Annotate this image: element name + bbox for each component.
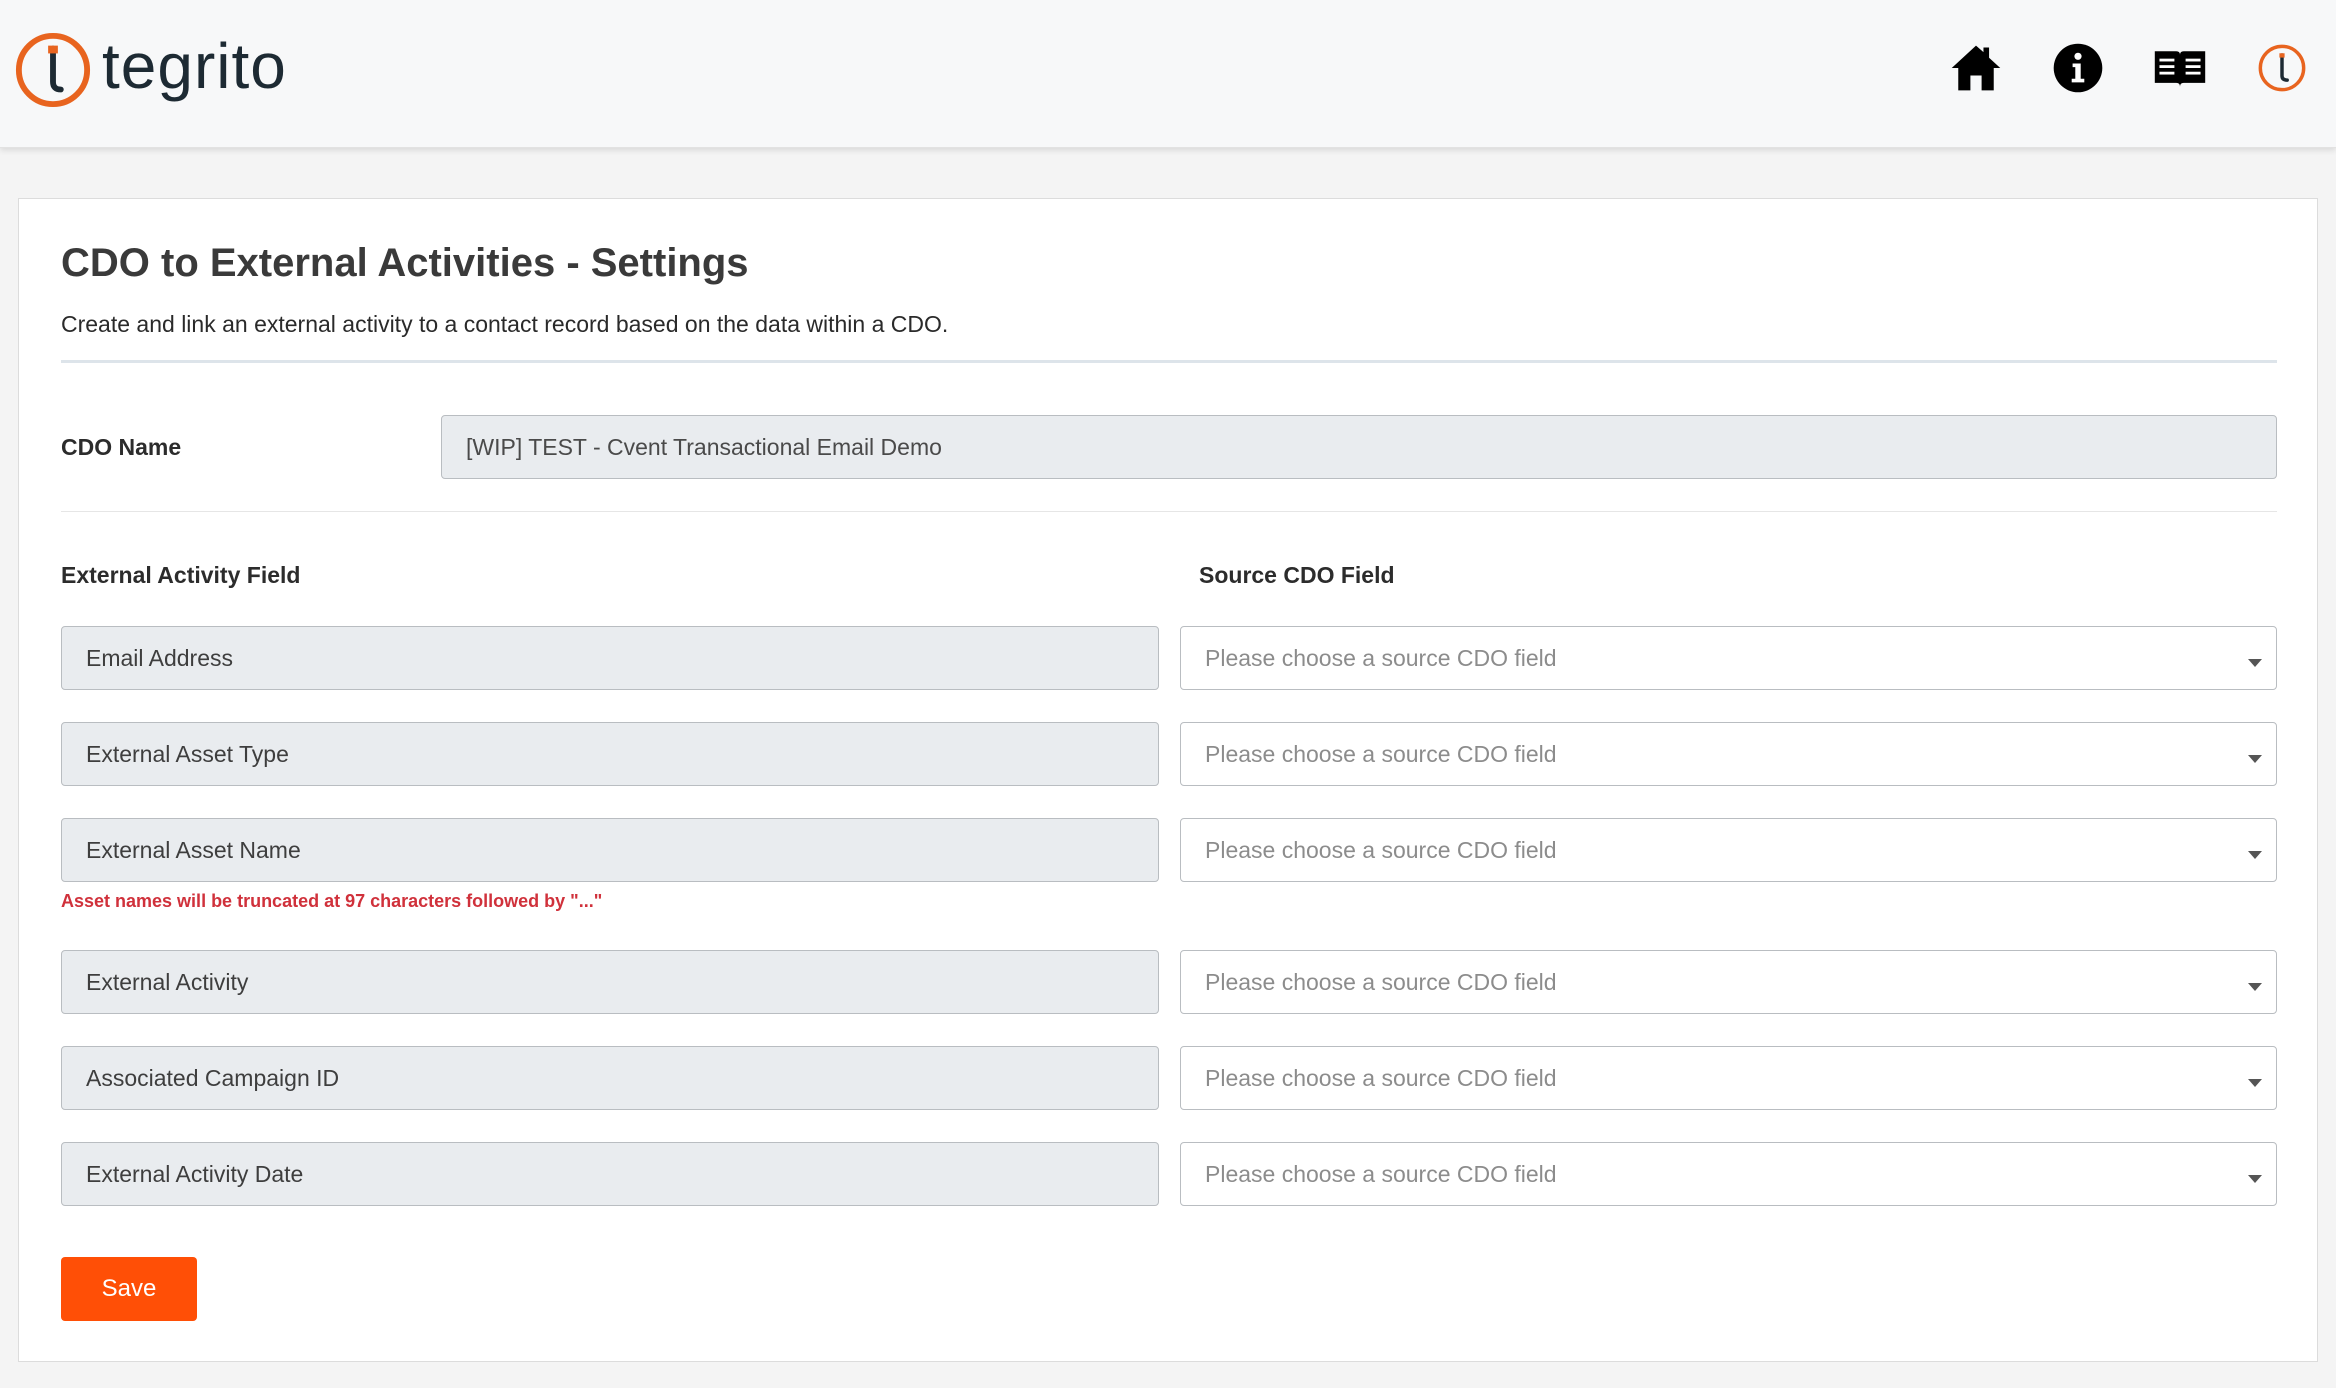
tegrito-logo[interactable]: tegrito [14, 30, 287, 110]
activity-field-external-asset-type: External Asset Type [61, 722, 1159, 786]
source-cdo-field-header: Source CDO Field [1199, 562, 1395, 588]
source-select-external-activity-date[interactable]: Please choose a source CDO field [1180, 1142, 2277, 1206]
activity-field-external-asset-name: External Asset Name [61, 818, 1159, 882]
chevron-down-icon [2248, 851, 2262, 859]
asset-name-warning: Asset names will be truncated at 97 char… [61, 891, 603, 911]
cdo-name-field: [WIP] TEST - Cvent Transactional Email D… [441, 415, 2277, 479]
source-select-external-asset-name[interactable]: Please choose a source CDO field [1180, 818, 2277, 882]
logo-text: tegrito [102, 30, 287, 102]
chevron-down-icon [2248, 1079, 2262, 1087]
info-icon[interactable] [2050, 40, 2106, 96]
source-select-placeholder: Please choose a source CDO field [1205, 741, 1557, 767]
external-activity-field-header: External Activity Field [61, 562, 301, 588]
source-select-placeholder: Please choose a source CDO field [1205, 645, 1557, 671]
title-divider [61, 360, 2277, 363]
header-nav [1948, 40, 2310, 96]
activity-field-external-activity-date: External Activity Date [61, 1142, 1159, 1206]
source-select-external-asset-type[interactable]: Please choose a source CDO field [1180, 722, 2277, 786]
source-select-placeholder: Please choose a source CDO field [1205, 1161, 1557, 1187]
chevron-down-icon [2248, 1175, 2262, 1183]
save-button[interactable]: Save [61, 1257, 197, 1321]
chevron-down-icon [2248, 659, 2262, 667]
activity-field-email-address: Email Address [61, 626, 1159, 690]
activity-field-external-activity: External Activity [61, 950, 1159, 1014]
page-title: CDO to External Activities - Settings [61, 241, 749, 285]
tegrito-icon[interactable] [2254, 40, 2310, 96]
section-divider [61, 511, 2277, 512]
home-icon[interactable] [1948, 40, 2004, 96]
top-bar: tegrito [0, 0, 2336, 148]
source-select-placeholder: Please choose a source CDO field [1205, 837, 1557, 863]
source-select-placeholder: Please choose a source CDO field [1205, 969, 1557, 995]
book-icon[interactable] [2152, 40, 2208, 96]
source-select-associated-campaign-id[interactable]: Please choose a source CDO field [1180, 1046, 2277, 1110]
activity-field-associated-campaign-id: Associated Campaign ID [61, 1046, 1159, 1110]
source-select-external-activity[interactable]: Please choose a source CDO field [1180, 950, 2277, 1014]
page-description: Create and link an external activity to … [61, 311, 949, 337]
cdo-name-label: CDO Name [61, 434, 182, 460]
chevron-down-icon [2248, 983, 2262, 991]
source-select-email-address[interactable]: Please choose a source CDO field [1180, 626, 2277, 690]
source-select-placeholder: Please choose a source CDO field [1205, 1065, 1557, 1091]
chevron-down-icon [2248, 755, 2262, 763]
tegrito-logo-icon [15, 32, 91, 108]
settings-panel: CDO to External Activities - Settings Cr… [18, 198, 2318, 1362]
